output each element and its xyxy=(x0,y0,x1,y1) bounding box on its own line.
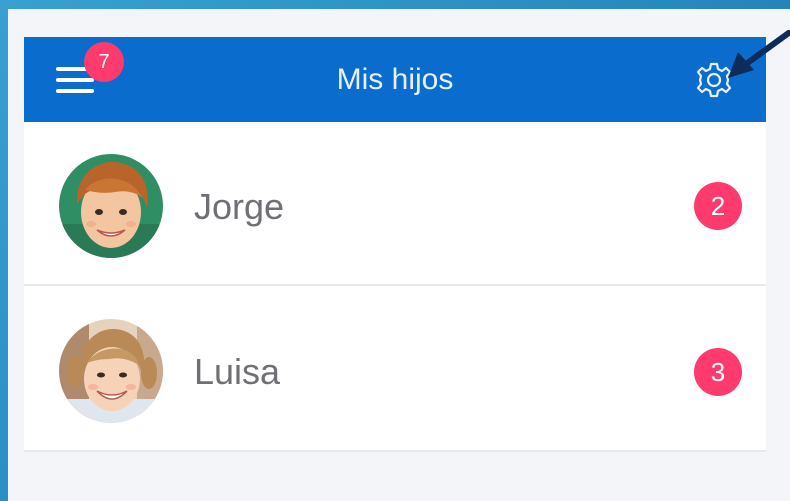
child-notification-badge: 2 xyxy=(694,182,742,230)
page-title: Mis hijos xyxy=(336,63,454,96)
child-list-item-jorge[interactable]: Jorge 2 xyxy=(24,122,766,286)
avatar-jorge xyxy=(59,154,163,258)
annotation-arrow-icon xyxy=(728,30,790,78)
children-list: Jorge 2 Luisa 3 xyxy=(24,122,766,452)
app-header: Mis hijos 7 xyxy=(24,37,766,122)
menu-icon-line-middle xyxy=(56,78,94,82)
avatar-image-boy xyxy=(59,154,163,258)
menu-icon-line-bottom xyxy=(56,89,94,93)
menu-notification-badge: 7 xyxy=(84,42,124,82)
avatar-luisa xyxy=(59,319,163,423)
child-list-item-luisa[interactable]: Luisa 3 xyxy=(24,286,766,452)
app-screen: Mis hijos 7 Jorge 2 Luisa 3 xyxy=(24,37,766,501)
avatar-image-girl xyxy=(59,319,163,423)
child-notification-badge: 3 xyxy=(694,348,742,396)
child-name: Jorge xyxy=(194,186,285,227)
child-name: Luisa xyxy=(194,351,281,392)
